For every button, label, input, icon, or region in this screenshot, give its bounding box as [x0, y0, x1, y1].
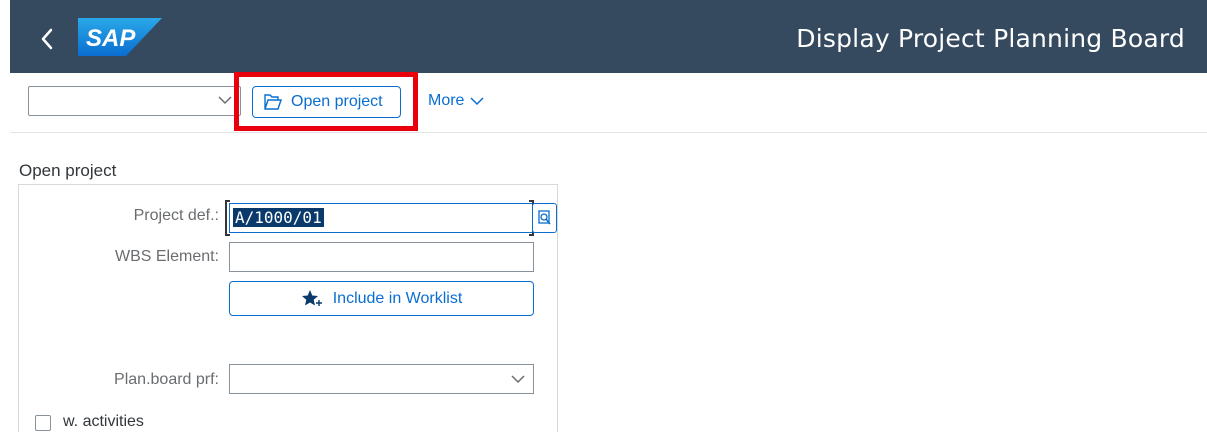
- back-button[interactable]: [32, 22, 62, 56]
- more-label: More: [428, 92, 465, 109]
- sap-logo: SAP: [78, 18, 162, 56]
- activities-label: w. activities: [63, 413, 144, 430]
- chevron-down-icon: [511, 375, 525, 384]
- command-dropdown[interactable]: [28, 86, 241, 116]
- wbs-input[interactable]: [229, 242, 534, 272]
- value-help-icon: [537, 210, 551, 225]
- toolbar: Open project More: [10, 72, 1207, 133]
- shell-bar: SAP Display Project Planning Board: [10, 0, 1207, 73]
- back-icon: [41, 28, 53, 50]
- include-in-worklist-button[interactable]: Include in Worklist: [229, 281, 534, 316]
- svg-text:SAP: SAP: [86, 25, 136, 52]
- star-add-icon: [301, 289, 322, 306]
- chevron-down-icon: [470, 97, 484, 106]
- planboard-label: Plan.board prf:: [114, 371, 219, 388]
- chevron-down-icon: [218, 96, 232, 105]
- planboard-select[interactable]: [229, 364, 534, 394]
- project-def-value: A/1000/01: [233, 208, 324, 227]
- section-title: Open project: [19, 161, 117, 180]
- more-menu[interactable]: More: [428, 92, 484, 110]
- wbs-label: WBS Element:: [114, 248, 219, 265]
- project-def-label: Project def.:: [133, 207, 219, 224]
- project-def-input[interactable]: A/1000/01: [229, 203, 533, 233]
- highlight-box: [234, 72, 418, 131]
- value-help-button[interactable]: [532, 203, 557, 233]
- include-label: Include in Worklist: [332, 289, 463, 307]
- page-title: Display Project Planning Board: [796, 24, 1185, 53]
- open-project-group: Project def.: A/1000/01 WBS Element: Inc…: [18, 184, 558, 432]
- activities-checkbox[interactable]: [35, 415, 51, 431]
